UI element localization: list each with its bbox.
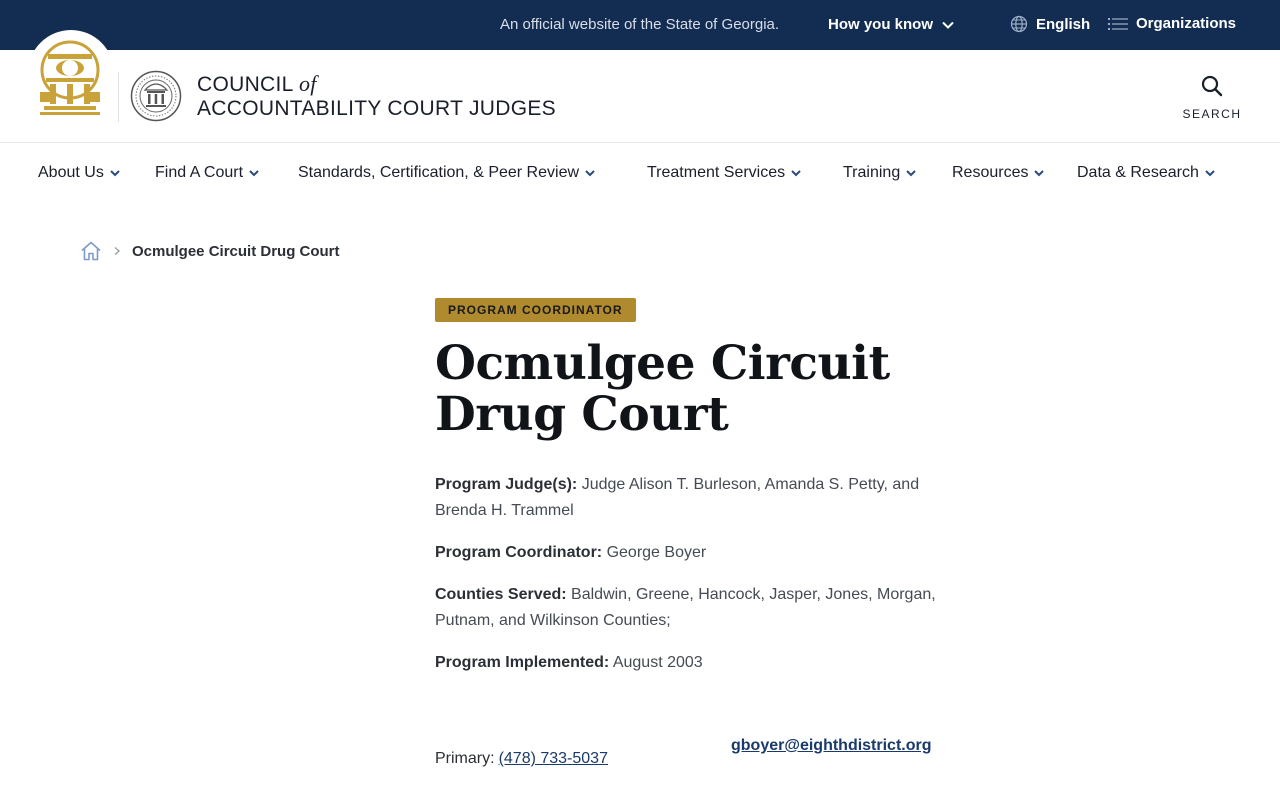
- breadcrumb-current: Ocmulgee Circuit Drug Court: [132, 242, 340, 260]
- list-icon: [1108, 17, 1128, 30]
- chevron-right-icon: [114, 246, 121, 256]
- nav-item-treatment-services[interactable]: Treatment Services: [647, 164, 802, 182]
- chevron-down-icon: [585, 170, 595, 177]
- nav-item-label: Standards, Certification, & Peer Review: [298, 164, 580, 181]
- detail-program-judges: Program Judge(s): Judge Alison T. Burles…: [435, 472, 955, 524]
- detail-value: August 2003: [612, 654, 703, 671]
- language-selector[interactable]: English: [1010, 15, 1090, 33]
- main-nav: About Us Find A Court Standards, Certifi…: [0, 143, 1280, 205]
- search-icon: [1201, 75, 1223, 97]
- search-button[interactable]: SEARCH: [1180, 74, 1244, 121]
- chevron-down-icon: [906, 170, 916, 177]
- chevron-down-icon: [110, 170, 120, 177]
- georgia-arch-logo-icon: [40, 40, 100, 115]
- chevron-down-icon: [942, 21, 954, 29]
- chevron-down-icon: [1034, 170, 1045, 177]
- site-header: COUNCIL of ACCOUNTABILITY COURT JUDGES S…: [0, 30, 1280, 143]
- detail-counties-served: Counties Served: Baldwin, Greene, Hancoc…: [435, 582, 955, 634]
- page-title: Ocmulgee Circuit Drug Court: [435, 336, 890, 442]
- header-divider: [118, 72, 119, 122]
- detail-program-implemented: Program Implemented: August 2003: [435, 650, 955, 676]
- search-label: SEARCH: [1182, 107, 1242, 121]
- category-badge: PROGRAM COORDINATOR: [435, 298, 636, 322]
- phone-link[interactable]: (478) 733-5037: [499, 750, 608, 767]
- site-title-of: of: [298, 71, 317, 96]
- detail-value: George Boyer: [606, 544, 707, 561]
- globe-icon: [1010, 15, 1028, 33]
- detail-label: Program Implemented:: [435, 654, 610, 671]
- nav-item-data-research[interactable]: Data & Research: [1077, 164, 1216, 182]
- nav-item-label: Treatment Services: [647, 164, 786, 181]
- chevron-down-icon: [791, 170, 801, 177]
- official-banner: An official website of the State of Geor…: [0, 0, 1280, 50]
- program-details: Program Judge(s): Judge Alison T. Burles…: [435, 472, 955, 692]
- site-title-line1: COUNCIL of: [197, 72, 556, 97]
- site-title[interactable]: COUNCIL of ACCOUNTABILITY COURT JUDGES: [197, 72, 556, 121]
- nav-item-label: About Us: [38, 164, 104, 181]
- nav-item-training[interactable]: Training: [843, 164, 917, 182]
- how-you-know-toggle[interactable]: How you know: [828, 16, 955, 33]
- detail-label: Program Coordinator:: [435, 544, 603, 561]
- state-seal-icon: [130, 70, 182, 122]
- chevron-down-icon: [249, 170, 259, 177]
- nav-item-label: Training: [843, 164, 901, 181]
- organizations-label: Organizations: [1136, 15, 1237, 32]
- site-title-line2: ACCOUNTABILITY COURT JUDGES: [197, 97, 556, 120]
- official-site-text: An official website of the State of Geor…: [500, 16, 780, 33]
- detail-program-coordinator: Program Coordinator: George Boyer: [435, 540, 955, 566]
- how-you-know-label: How you know: [828, 16, 933, 33]
- home-icon[interactable]: [80, 240, 102, 262]
- detail-label: Program Judge(s):: [435, 476, 578, 493]
- detail-label: Counties Served:: [435, 586, 567, 603]
- nav-item-standards[interactable]: Standards, Certification, & Peer Review: [298, 164, 596, 182]
- nav-item-label: Find A Court: [155, 164, 244, 181]
- nav-item-label: Data & Research: [1077, 164, 1199, 181]
- primary-phone: Primary: (478) 733-5037: [435, 746, 608, 772]
- organizations-menu[interactable]: Organizations: [1108, 15, 1236, 32]
- chevron-down-icon: [1205, 170, 1215, 177]
- language-label: English: [1036, 15, 1091, 33]
- nav-item-resources[interactable]: Resources: [952, 164, 1045, 182]
- primary-label: Primary:: [435, 750, 495, 767]
- georgia-logo[interactable]: [28, 30, 114, 116]
- nav-item-about-us[interactable]: About Us: [38, 164, 121, 182]
- site-title-council: COUNCIL: [197, 73, 293, 96]
- breadcrumb: Ocmulgee Circuit Drug Court: [80, 240, 340, 262]
- nav-item-find-a-court[interactable]: Find A Court: [155, 164, 260, 182]
- nav-item-label: Resources: [952, 164, 1029, 181]
- email-link[interactable]: gboyer@eighthdistrict.org: [731, 733, 951, 759]
